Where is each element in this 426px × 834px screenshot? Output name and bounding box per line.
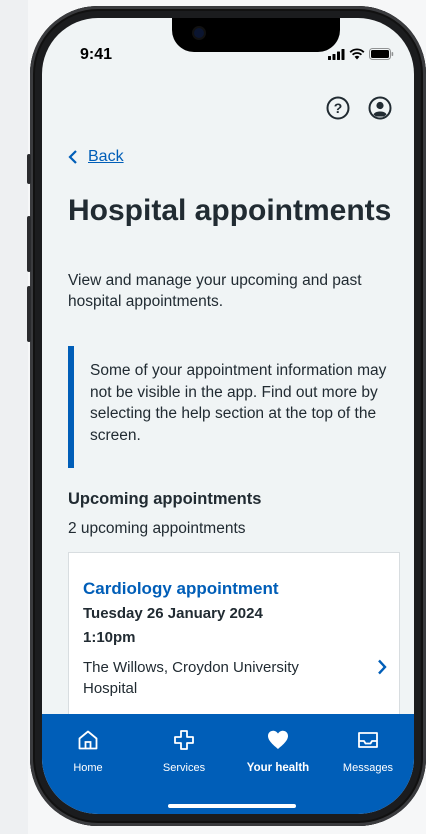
tab-your-health-label: Your health: [246, 762, 310, 774]
svg-text:?: ?: [334, 100, 343, 116]
tab-messages[interactable]: Messages: [328, 728, 408, 774]
chevron-left-icon: [68, 150, 77, 164]
inbox-icon: [358, 732, 378, 748]
wifi-icon: [349, 48, 365, 60]
services-cross-icon: [174, 730, 194, 750]
status-icons: [328, 48, 394, 60]
tab-home[interactable]: Home: [48, 728, 128, 774]
home-icon: [78, 730, 98, 750]
app-screen: 9:41 ? Back Hospital appointments View a…: [42, 18, 414, 814]
upcoming-count: 2 upcoming appointments: [68, 520, 246, 537]
heart-icon: [268, 730, 288, 749]
tab-your-health[interactable]: Your health: [238, 728, 318, 774]
status-time: 9:41: [80, 46, 113, 63]
camera: [194, 28, 204, 38]
appointment-date: Tuesday 26 January 2024: [83, 605, 263, 622]
phone-frame: 9:41 ? Back Hospital appointments View a…: [27, 6, 426, 826]
back-link[interactable]: Back: [68, 148, 124, 166]
page-intro: View and manage your upcoming and past h…: [68, 272, 362, 310]
tab-messages-label: Messages: [342, 762, 394, 774]
silent-switch: [27, 154, 31, 184]
tab-bar: Home Services Your health Messages: [42, 714, 414, 814]
help-icon[interactable]: ?: [326, 96, 350, 120]
tab-services-label: Services: [162, 762, 206, 774]
back-label: Back: [88, 148, 124, 165]
appointment-card[interactable]: Cardiology appointment Tuesday 26 Januar…: [68, 552, 400, 724]
appointment-time: 1:10pm: [83, 629, 136, 646]
profile-icon[interactable]: [368, 96, 392, 120]
info-callout: Some of your appointment information may…: [68, 346, 394, 468]
tab-services[interactable]: Services: [144, 728, 224, 774]
appointment-title[interactable]: Cardiology appointment: [83, 579, 279, 599]
appointment-location: The Willows, Croydon University Hospital: [83, 659, 299, 697]
volume-up-button: [27, 216, 31, 272]
page-title: Hospital appointments: [68, 194, 392, 227]
tab-home-label: Home: [73, 762, 103, 774]
home-indicator[interactable]: [168, 804, 296, 808]
upcoming-heading: Upcoming appointments: [68, 490, 262, 508]
chevron-right-icon[interactable]: [377, 659, 387, 675]
background-strip: [0, 0, 28, 834]
signal-icon: [328, 48, 345, 60]
callout-text: Some of your appointment information may…: [90, 362, 387, 444]
notch: [172, 18, 340, 52]
battery-icon: [369, 48, 394, 60]
volume-down-button: [27, 286, 31, 342]
